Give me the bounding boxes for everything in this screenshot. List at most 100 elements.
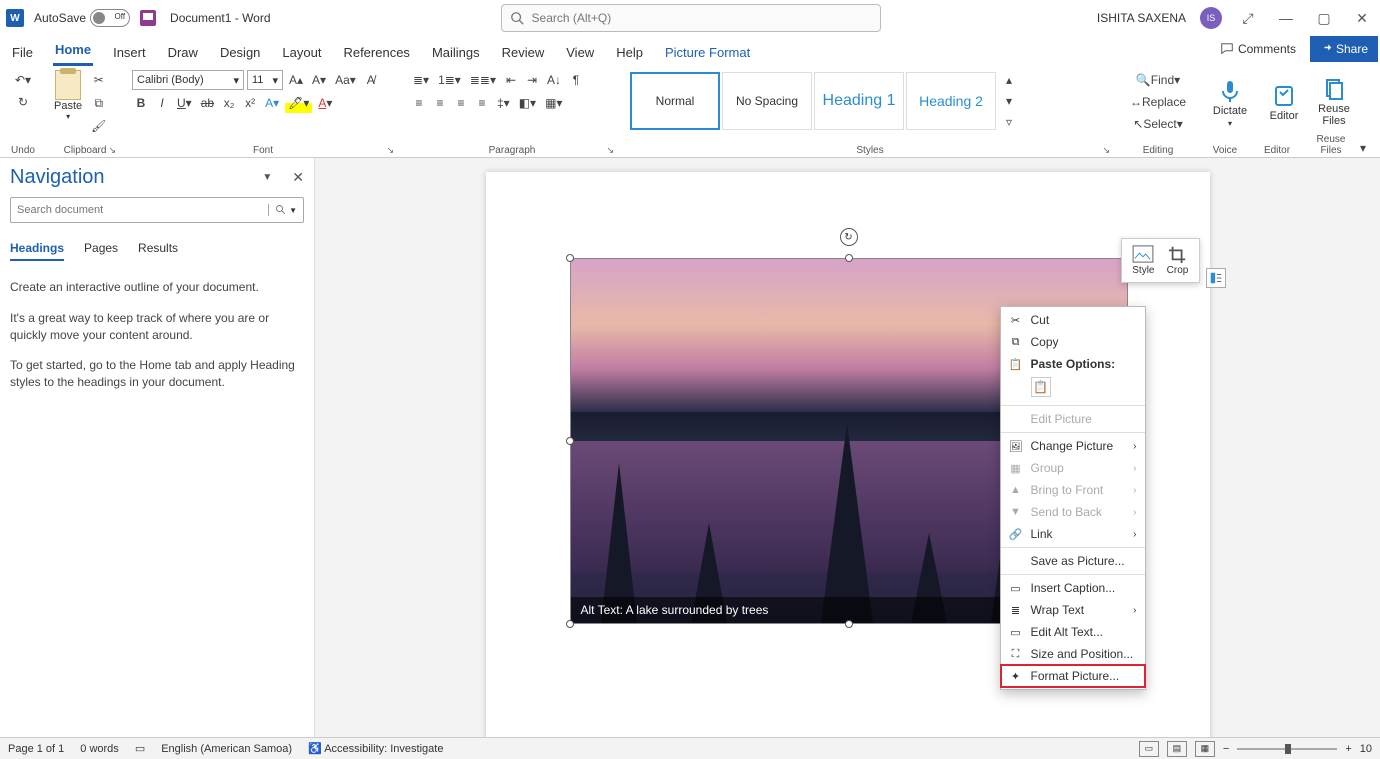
- styles-scroll-down-icon[interactable]: ▾: [1000, 91, 1018, 111]
- borders-button[interactable]: ▦▾: [542, 93, 565, 113]
- navigation-search-input[interactable]: [17, 204, 268, 216]
- nav-tab-pages[interactable]: Pages: [84, 237, 118, 261]
- minimize-button[interactable]: —: [1274, 6, 1298, 30]
- share-button[interactable]: Share: [1310, 36, 1378, 62]
- zoom-slider[interactable]: [1237, 748, 1337, 750]
- autosave-toggle[interactable]: Off: [90, 9, 130, 27]
- ribbon-collapse-icon[interactable]: ▾: [1354, 138, 1372, 158]
- resize-handle-n[interactable]: [845, 254, 853, 262]
- resize-handle-nw[interactable]: [566, 254, 574, 262]
- status-text-predictions-icon[interactable]: ▭: [135, 742, 145, 755]
- shrink-font-button[interactable]: A▾: [309, 70, 329, 90]
- show-marks-button[interactable]: ¶: [567, 70, 585, 90]
- tab-insert[interactable]: Insert: [111, 41, 148, 66]
- resize-handle-sw[interactable]: [566, 620, 574, 628]
- navigation-close-icon[interactable]: ✕: [292, 169, 304, 186]
- zoom-in-button[interactable]: +: [1345, 743, 1351, 755]
- dictate-button[interactable]: Dictate▾: [1206, 70, 1254, 136]
- status-language[interactable]: English (American Samoa): [161, 743, 292, 755]
- subscript-button[interactable]: x₂: [220, 93, 238, 113]
- status-page[interactable]: Page 1 of 1: [8, 743, 64, 755]
- clipboard-launcher-icon[interactable]: ↘: [108, 145, 116, 156]
- paste-icon[interactable]: [55, 70, 81, 100]
- tab-design[interactable]: Design: [218, 41, 262, 66]
- font-color-button[interactable]: A▾: [315, 93, 335, 113]
- ctx-change-picture[interactable]: 🖼Change Picture›: [1001, 435, 1145, 457]
- undo-button[interactable]: ↶▾: [12, 70, 34, 90]
- status-accessibility[interactable]: ♿ Accessibility: Investigate: [308, 742, 443, 755]
- ctx-size-and-position[interactable]: ⛶Size and Position...: [1001, 643, 1145, 665]
- strikethrough-button[interactable]: ab: [198, 93, 217, 113]
- ctx-paste-keep-source[interactable]: 📋: [1031, 377, 1051, 397]
- line-spacing-button[interactable]: ‡▾: [494, 93, 513, 113]
- save-icon[interactable]: [140, 10, 156, 26]
- navigation-search[interactable]: ▼: [10, 197, 304, 223]
- styles-more-icon[interactable]: ▿: [1000, 112, 1018, 132]
- ribbon-display-options-icon[interactable]: ⤢: [1236, 6, 1260, 30]
- tab-references[interactable]: References: [341, 41, 411, 66]
- font-launcher-icon[interactable]: ↘: [386, 145, 394, 156]
- tell-me-search[interactable]: Search (Alt+Q): [501, 4, 881, 32]
- reuse-files-button[interactable]: Reuse Files: [1310, 70, 1358, 134]
- text-effects-button[interactable]: A▾: [262, 93, 282, 113]
- font-size-combo[interactable]: 11▾: [247, 70, 283, 90]
- cut-button[interactable]: ✂: [88, 70, 109, 90]
- italic-button[interactable]: I: [153, 93, 171, 113]
- navigation-dropdown-icon[interactable]: ▼: [262, 172, 272, 183]
- status-word-count[interactable]: 0 words: [80, 743, 119, 755]
- resize-handle-s[interactable]: [845, 620, 853, 628]
- tab-layout[interactable]: Layout: [280, 41, 323, 66]
- ctx-cut[interactable]: ✂Cut: [1001, 309, 1145, 331]
- increase-indent-button[interactable]: ⇥: [523, 70, 541, 90]
- avatar[interactable]: IS: [1200, 7, 1222, 29]
- nav-tab-results[interactable]: Results: [138, 237, 178, 261]
- view-web-layout-icon[interactable]: ▦: [1195, 741, 1215, 757]
- font-name-combo[interactable]: Calibri (Body)▾: [132, 70, 244, 90]
- style-heading2[interactable]: Heading 2: [906, 72, 996, 130]
- sort-button[interactable]: A↓: [544, 70, 564, 90]
- comments-button[interactable]: Comments: [1212, 38, 1304, 60]
- tab-draw[interactable]: Draw: [166, 41, 200, 66]
- tab-view[interactable]: View: [564, 41, 596, 66]
- ctx-edit-alt-text[interactable]: ▭Edit Alt Text...: [1001, 621, 1145, 643]
- superscript-button[interactable]: x²: [241, 93, 259, 113]
- tab-mailings[interactable]: Mailings: [430, 41, 482, 66]
- style-no-spacing[interactable]: No Spacing: [722, 72, 812, 130]
- copy-button[interactable]: ⧉: [88, 93, 109, 113]
- ctx-wrap-text[interactable]: ≣Wrap Text›: [1001, 599, 1145, 621]
- view-print-layout-icon[interactable]: ▤: [1167, 741, 1187, 757]
- justify-button[interactable]: ≡: [473, 93, 491, 113]
- bullets-button[interactable]: ≣▾: [410, 70, 432, 90]
- underline-button[interactable]: U▾: [174, 93, 195, 113]
- decrease-indent-button[interactable]: ⇤: [502, 70, 520, 90]
- align-center-button[interactable]: ≡: [431, 93, 449, 113]
- nav-tab-headings[interactable]: Headings: [10, 237, 64, 261]
- styles-launcher-icon[interactable]: ↘: [1102, 145, 1110, 156]
- tab-picture-format[interactable]: Picture Format: [663, 41, 752, 66]
- select-button[interactable]: ↖ Select ▾: [1126, 114, 1190, 134]
- align-left-button[interactable]: ≡: [410, 93, 428, 113]
- document-area[interactable]: Alt Text: A lake surrounded by trees Sty…: [315, 158, 1380, 737]
- style-normal[interactable]: Normal: [630, 72, 720, 130]
- page[interactable]: Alt Text: A lake surrounded by trees Sty…: [486, 172, 1210, 737]
- tab-review[interactable]: Review: [500, 41, 547, 66]
- zoom-out-button[interactable]: −: [1223, 743, 1229, 755]
- redo-button[interactable]: ↻: [14, 92, 32, 112]
- highlight-button[interactable]: 🖊▾: [285, 93, 312, 113]
- styles-scroll-up-icon[interactable]: ▴: [1000, 70, 1018, 90]
- replace-button[interactable]: ↔ Replace: [1126, 92, 1190, 112]
- numbering-button[interactable]: 1≣▾: [435, 70, 464, 90]
- change-case-button[interactable]: Aa▾: [332, 70, 359, 90]
- grow-font-button[interactable]: A▴: [286, 70, 306, 90]
- format-painter-button[interactable]: 🖌: [88, 116, 109, 136]
- styles-gallery[interactable]: Normal No Spacing Heading 1 Heading 2 ▴ …: [630, 70, 1110, 132]
- rotate-handle[interactable]: [840, 228, 858, 246]
- ctx-link[interactable]: 🔗Link›: [1001, 523, 1145, 545]
- resize-handle-w[interactable]: [566, 437, 574, 445]
- close-button[interactable]: ✕: [1350, 6, 1374, 30]
- style-heading1[interactable]: Heading 1: [814, 72, 904, 130]
- layout-options-button[interactable]: [1206, 268, 1226, 288]
- multilevel-list-button[interactable]: ≣≣▾: [467, 70, 499, 90]
- ctx-copy[interactable]: ⧉Copy: [1001, 331, 1145, 353]
- paragraph-launcher-icon[interactable]: ↘: [606, 145, 614, 156]
